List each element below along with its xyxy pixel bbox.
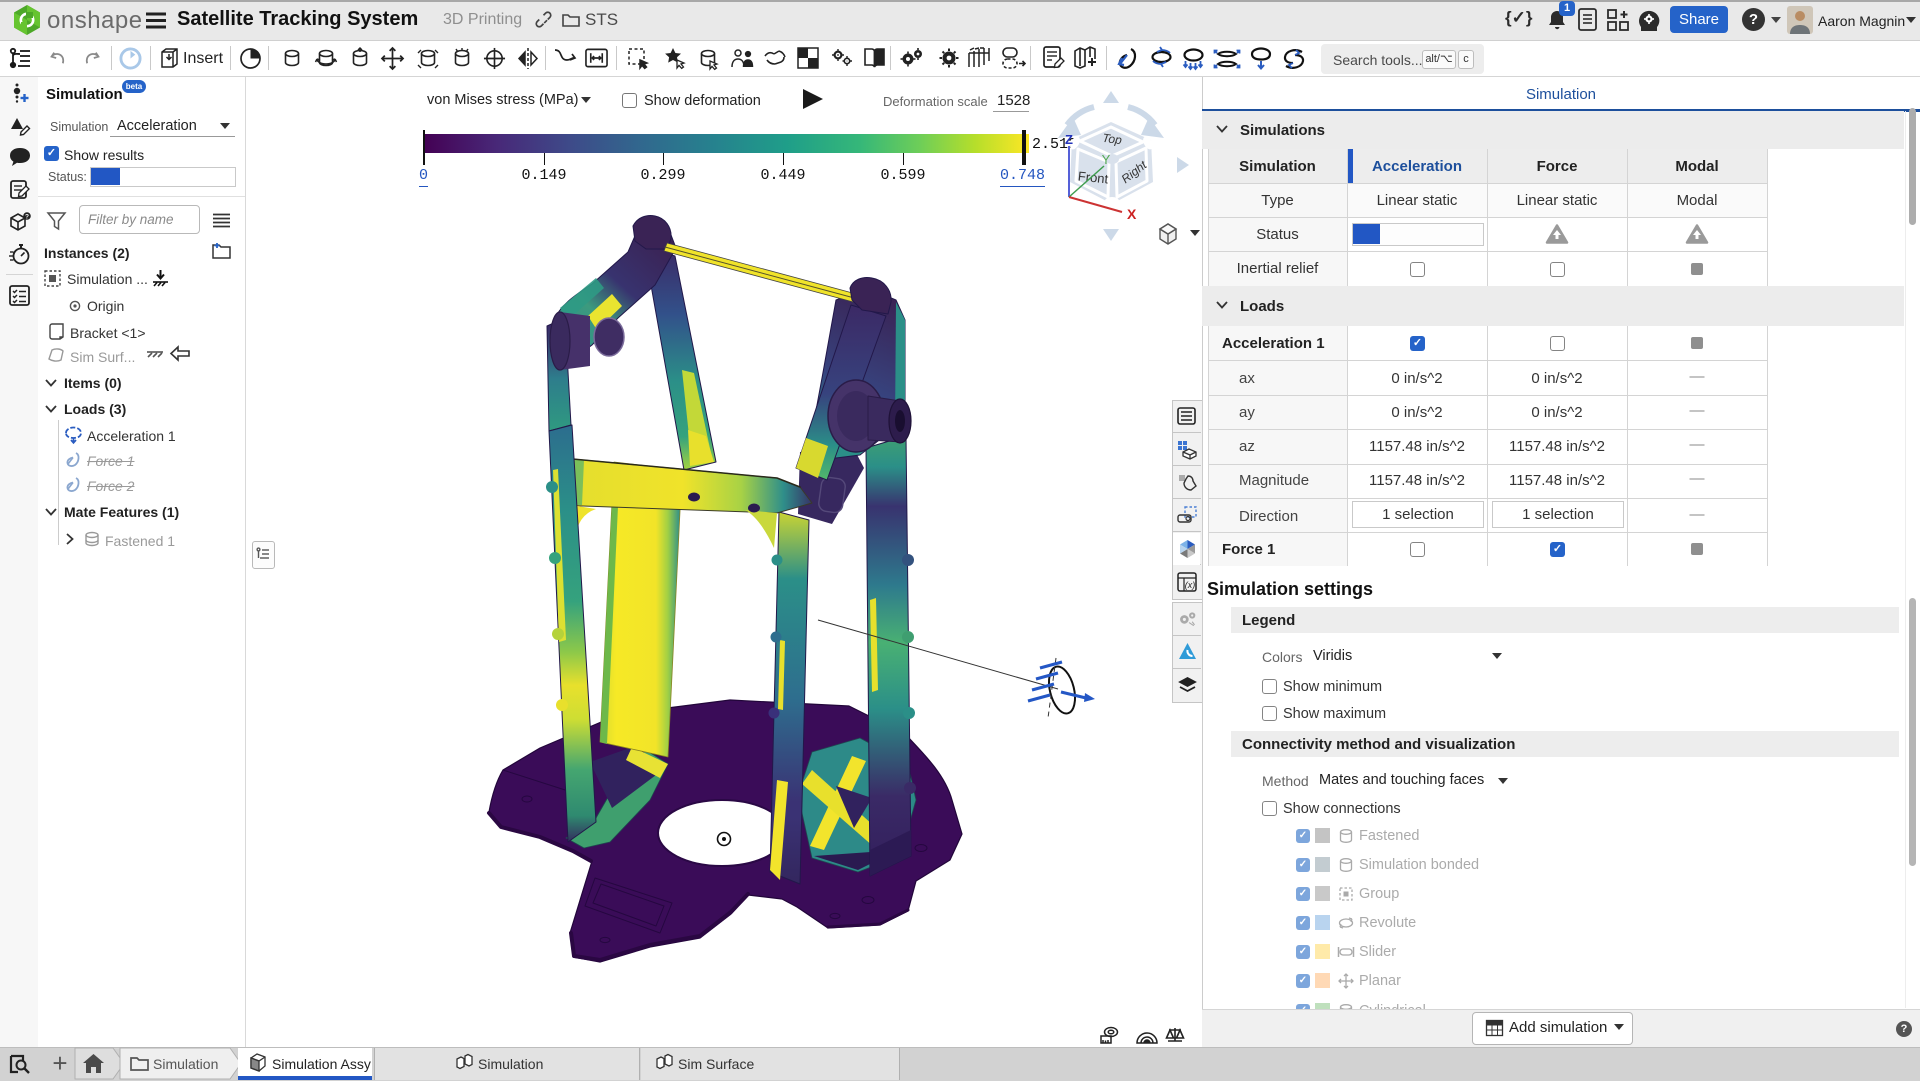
svg-text:X: X xyxy=(1127,206,1137,222)
svg-text:Y: Y xyxy=(1102,152,1111,167)
svg-text:Z: Z xyxy=(1065,132,1073,147)
svg-text:Front: Front xyxy=(1077,168,1109,186)
svg-text:?: ? xyxy=(25,213,29,220)
svg-text:(x): (x) xyxy=(1185,580,1196,590)
svg-text:Top: Top xyxy=(1101,131,1123,148)
